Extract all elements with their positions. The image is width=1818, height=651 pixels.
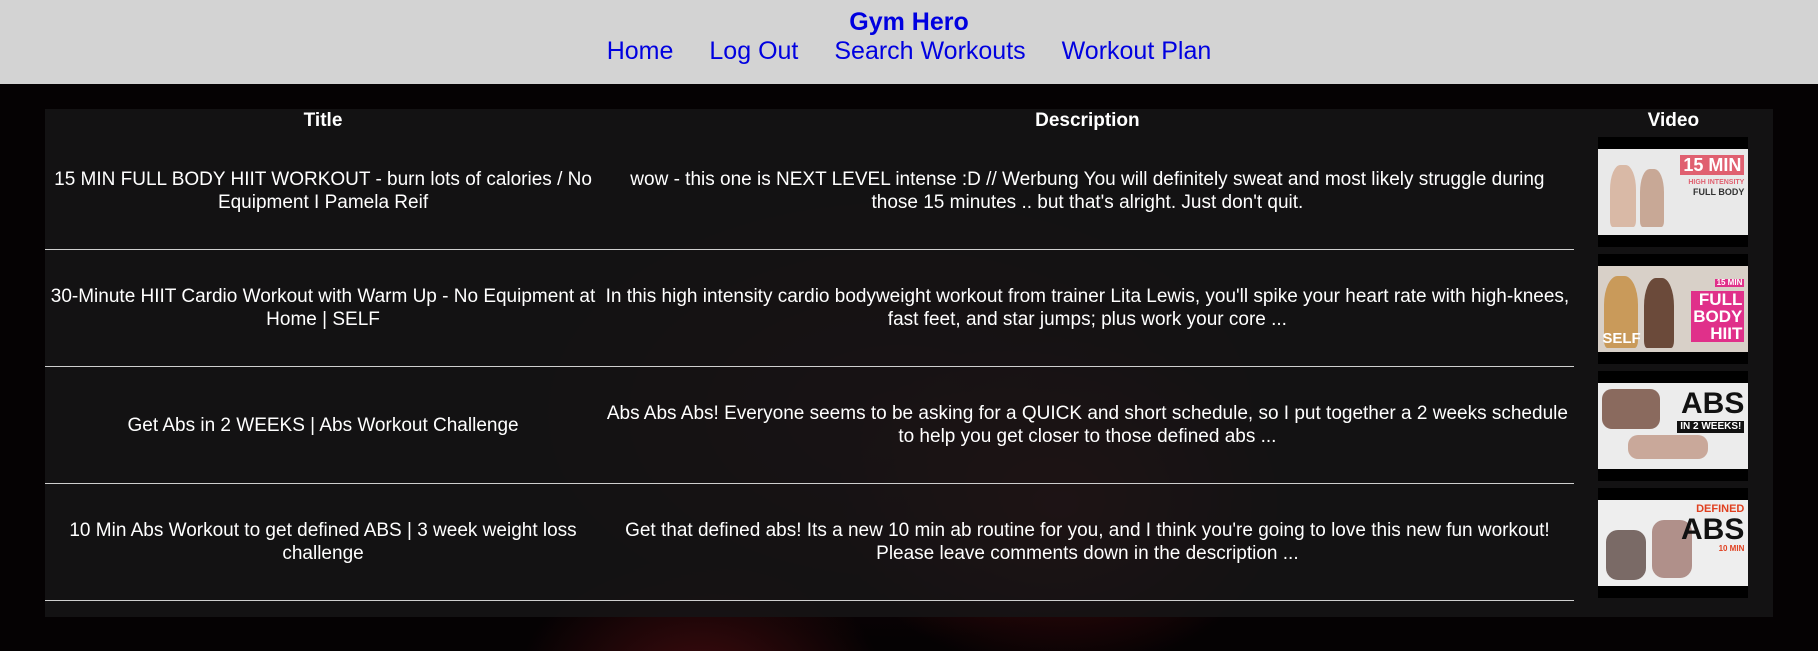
video-thumbnail[interactable]: ABS IN 2 WEEKS! [1598, 370, 1749, 481]
workouts-table-container: Title Description Video 15 MIN FULL BODY… [45, 109, 1773, 617]
row-title: 30-Minute HIIT Cardio Workout with Warm … [45, 250, 602, 367]
row-description: Get that defined abs! Its a new 10 min a… [601, 484, 1574, 601]
row-video-cell: ABS IN 2 WEEKS! [1574, 367, 1773, 484]
row-description: wow - this one is NEXT LEVEL intense :D … [601, 133, 1574, 250]
site-header: Gym Hero Home Log Out Search Workouts Wo… [0, 0, 1818, 84]
row-description: Abs Abs Abs! Everyone seems to be asking… [601, 367, 1574, 484]
row-title: Get Abs in 2 WEEKS | Abs Workout Challen… [45, 367, 602, 484]
table-row: 10 Min Abs Workout to get defined ABS | … [45, 484, 1773, 601]
thumbnail-caption: ABS [1681, 512, 1745, 546]
table-row: 15 MIN FULL BODY HIIT WORKOUT - burn lot… [45, 133, 1773, 250]
row-description: In this high intensity cardio bodyweight… [601, 250, 1574, 367]
thumbnail-caption: 15 MIN [1714, 277, 1745, 287]
table-row: Get Abs in 2 WEEKS | Abs Workout Challen… [45, 367, 1773, 484]
thumbnail-caption: SELF [1602, 329, 1641, 347]
video-thumbnail[interactable]: DEFINED ABS 10 MIN [1598, 487, 1749, 598]
thumbnail-caption: FULL [1691, 290, 1745, 308]
thumbnail-caption: 15 MIN [1680, 154, 1745, 175]
thumbnail-caption: IN 2 WEEKS! [1677, 420, 1745, 433]
table-row: 30-Minute HIIT Cardio Workout with Warm … [45, 250, 1773, 367]
video-thumbnail[interactable]: 15 MIN HIGH INTENSITY FULL BODY [1598, 136, 1749, 247]
workouts-table: Title Description Video 15 MIN FULL BODY… [45, 109, 1773, 601]
nav-workout-plan-link[interactable]: Workout Plan [1062, 37, 1212, 66]
thumbnail-caption: HIGH INTENSITY [1688, 178, 1745, 186]
main-nav: Home Log Out Search Workouts Workout Pla… [0, 37, 1818, 66]
video-thumbnail[interactable]: 15 MIN FULL BODY HIIT SELF [1598, 253, 1749, 364]
row-video-cell: 15 MIN FULL BODY HIIT SELF [1574, 250, 1773, 367]
column-header-title: Title [303, 110, 343, 131]
thumbnail-caption: ABS [1681, 386, 1745, 420]
nav-logout-link[interactable]: Log Out [709, 37, 798, 66]
thumbnail-caption: BODY [1691, 306, 1745, 326]
nav-search-workouts-link[interactable]: Search Workouts [834, 37, 1025, 66]
brand-title: Gym Hero [849, 8, 969, 36]
thumbnail-caption: 10 MIN [1718, 543, 1745, 553]
column-header-description: Description [1035, 110, 1140, 131]
nav-home-link[interactable]: Home [607, 37, 674, 66]
table-header-row: Title Description Video [45, 109, 1773, 133]
thumbnail-caption: FULL BODY [1693, 186, 1745, 197]
row-video-cell: DEFINED ABS 10 MIN [1574, 484, 1773, 601]
column-header-video: Video [1647, 110, 1700, 131]
row-title: 10 Min Abs Workout to get defined ABS | … [45, 484, 602, 601]
row-title: 15 MIN FULL BODY HIIT WORKOUT - burn lot… [45, 133, 602, 250]
thumbnail-caption: HIIT [1691, 324, 1745, 342]
row-video-cell: 15 MIN HIGH INTENSITY FULL BODY [1574, 133, 1773, 250]
